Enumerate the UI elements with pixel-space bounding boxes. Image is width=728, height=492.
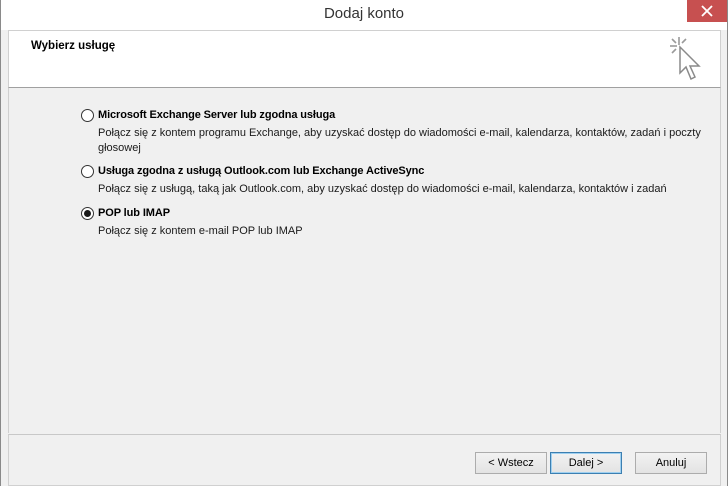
option-label: POP lub IMAP bbox=[98, 207, 170, 219]
option-label: Microsoft Exchange Server lub zgodna usł… bbox=[98, 109, 336, 121]
close-button[interactable] bbox=[687, 0, 727, 22]
dialog-footer: < Wstecz Dalej > Anuluj bbox=[8, 434, 721, 486]
title-bar: Dodaj konto bbox=[1, 0, 727, 30]
option-pop-imap[interactable]: POP lub IMAP Połącz się z kontem e-mail … bbox=[81, 206, 710, 239]
bottom-strip bbox=[0, 486, 728, 492]
radio-exchange[interactable] bbox=[81, 108, 94, 122]
next-button[interactable]: Dalej > bbox=[550, 452, 622, 474]
option-description: Połącz się z kontem programu Exchange, a… bbox=[98, 127, 701, 154]
cancel-button[interactable]: Anuluj bbox=[635, 452, 707, 474]
option-label: Usługa zgodna z usługą Outlook.com lub E… bbox=[98, 165, 425, 177]
close-icon bbox=[701, 5, 713, 17]
cursor-sparkle-icon bbox=[670, 37, 701, 81]
option-exchange[interactable]: Microsoft Exchange Server lub zgodna usł… bbox=[81, 108, 710, 156]
option-description: Połącz się z usługą, taką jak Outlook.co… bbox=[98, 183, 667, 195]
option-activesync[interactable]: Usługa zgodna z usługą Outlook.com lub E… bbox=[81, 164, 710, 197]
header-panel: Wybierz usługę bbox=[8, 30, 721, 88]
option-description: Połącz się z kontem e-mail POP lub IMAP bbox=[98, 225, 303, 237]
radio-activesync[interactable] bbox=[81, 164, 94, 178]
radio-pop-imap[interactable] bbox=[81, 206, 94, 220]
service-options: Microsoft Exchange Server lub zgodna usł… bbox=[8, 88, 721, 433]
page-title: Wybierz usługę bbox=[31, 40, 116, 52]
add-account-dialog: Dodaj konto Wybierz usługę Microsoft Exc… bbox=[0, 0, 728, 492]
window-title: Dodaj konto bbox=[323, 5, 405, 22]
back-button[interactable]: < Wstecz bbox=[475, 452, 547, 474]
